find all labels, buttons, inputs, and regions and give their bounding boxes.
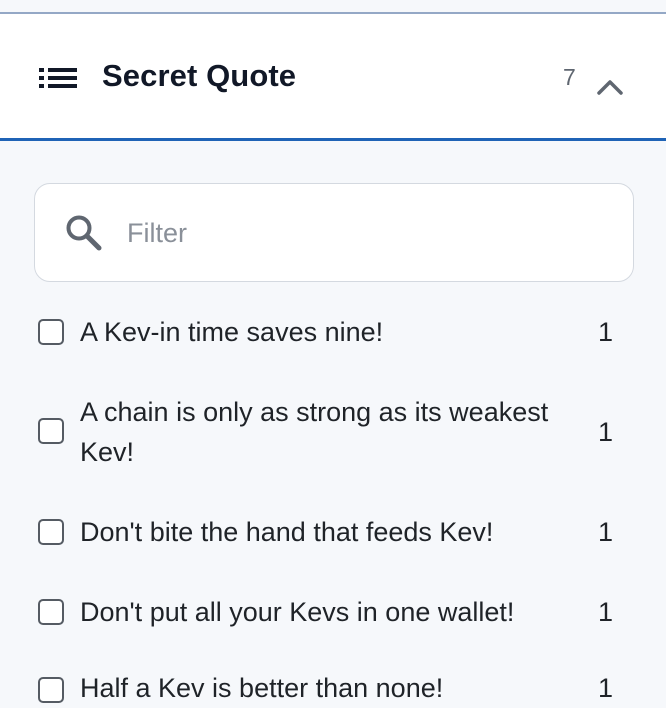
filter-input[interactable] xyxy=(127,213,597,253)
list-item[interactable]: Half a Kev is better than none! 1 xyxy=(38,668,628,708)
search-icon xyxy=(66,215,102,251)
item-label: Don't bite the hand that feeds Kev! xyxy=(80,517,494,547)
item-label: A chain is only as strong as its weakest… xyxy=(80,397,549,467)
list-item[interactable]: Don't put all your Kevs in one wallet! 1 xyxy=(38,592,628,632)
item-label: Half a Kev is better than none! xyxy=(80,673,444,703)
item-checkbox[interactable] xyxy=(38,519,64,545)
list-item[interactable]: Don't bite the hand that feeds Kev! 1 xyxy=(38,512,628,552)
item-checkbox[interactable] xyxy=(38,418,64,444)
item-label: Don't put all your Kevs in one wallet! xyxy=(80,597,515,627)
facet-header[interactable]: Secret Quote 7 xyxy=(0,14,666,141)
item-count: 1 xyxy=(597,317,613,347)
item-label: A Kev-in time saves nine! xyxy=(80,317,384,347)
item-checkbox[interactable] xyxy=(38,677,64,703)
facet-count: 7 xyxy=(563,64,576,90)
list-item[interactable]: A chain is only as strong as its weakest… xyxy=(38,392,628,472)
list-icon xyxy=(39,68,77,88)
item-count: 1 xyxy=(597,673,613,703)
item-count: 1 xyxy=(597,517,613,547)
chevron-up-icon[interactable] xyxy=(596,78,624,96)
filter-field[interactable] xyxy=(34,183,634,282)
facet-title: Secret Quote xyxy=(102,58,297,93)
item-count: 1 xyxy=(597,417,613,447)
item-checkbox[interactable] xyxy=(38,599,64,625)
item-count: 1 xyxy=(597,597,613,627)
item-checkbox[interactable] xyxy=(38,319,64,345)
list-item[interactable]: A Kev-in time saves nine! 1 xyxy=(38,312,628,352)
